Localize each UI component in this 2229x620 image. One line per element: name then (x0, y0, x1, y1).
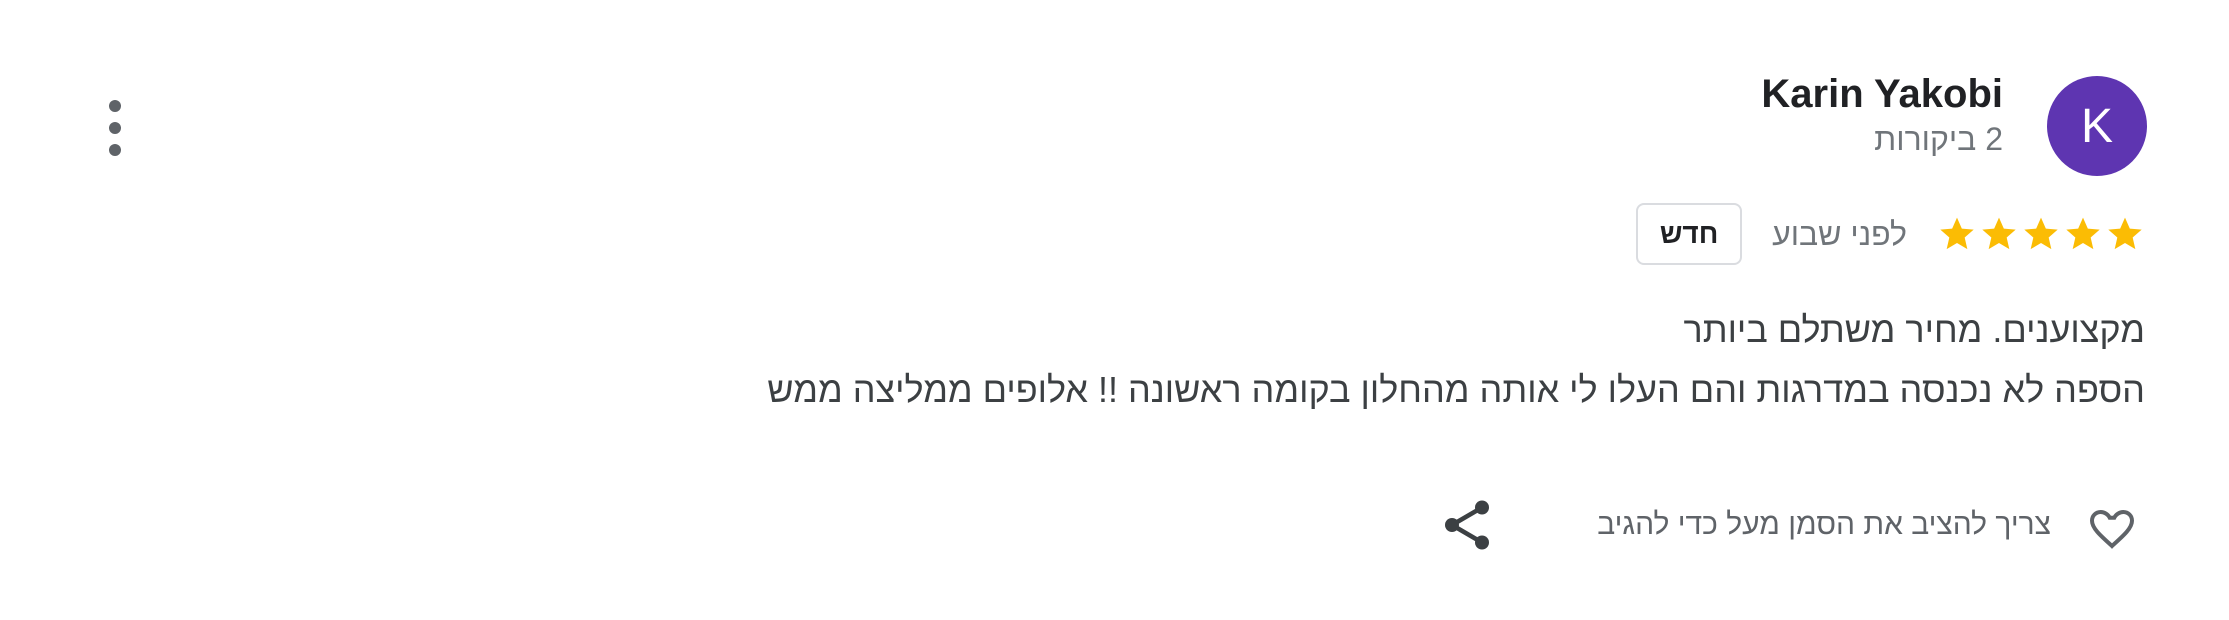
reviewer-info: Karin Yakobi 2 ביקורות (1761, 70, 2003, 160)
more-options-button[interactable] (96, 96, 136, 160)
new-badge: חדש (1636, 203, 1743, 265)
review-actions: צריך להציב את הסמן מעל כדי להגיב (1437, 490, 2145, 560)
reviewer-name[interactable]: Karin Yakobi (1761, 70, 2003, 118)
heart-icon (2089, 509, 2135, 549)
star-icon (1982, 217, 2016, 250)
star-icon (2024, 217, 2058, 250)
rating-row: לפני שבוע חדש (1636, 200, 2145, 268)
review-text-line: הספה לא נכנסה במדרגות והם העלו לי אותה מ… (767, 369, 2145, 410)
review-time: לפני שבוע (1772, 215, 1907, 252)
reviewer-review-count[interactable]: 2 ביקורות (1761, 118, 2003, 160)
like-button[interactable]: צריך להציב את הסמן מעל כדי להגיב (1597, 495, 2145, 555)
star-rating (1937, 214, 2145, 254)
star-icon (2066, 217, 2100, 250)
share-button[interactable] (1437, 495, 1497, 555)
star-icon (2108, 217, 2142, 250)
avatar-letter: K (2080, 99, 2113, 153)
more-vert-icon-dot (109, 100, 121, 112)
review-text-line: מקצוענים. מחיר משתלם ביותר (1683, 309, 2145, 350)
more-vert-icon-dot (109, 122, 121, 134)
star-icon (1940, 217, 1974, 250)
review-card: K Karin Yakobi 2 ביקורות לפני שבוע חדש מ… (0, 0, 2229, 620)
share-icon (1445, 500, 1490, 550)
more-vert-icon-dot (109, 144, 121, 156)
like-label: צריך להציב את הסמן מעל כדי להגיב (1597, 508, 2051, 541)
avatar[interactable]: K (2047, 76, 2147, 176)
review-text: מקצוענים. מחיר משתלם ביותר הספה לא נכנסה… (767, 300, 2145, 420)
